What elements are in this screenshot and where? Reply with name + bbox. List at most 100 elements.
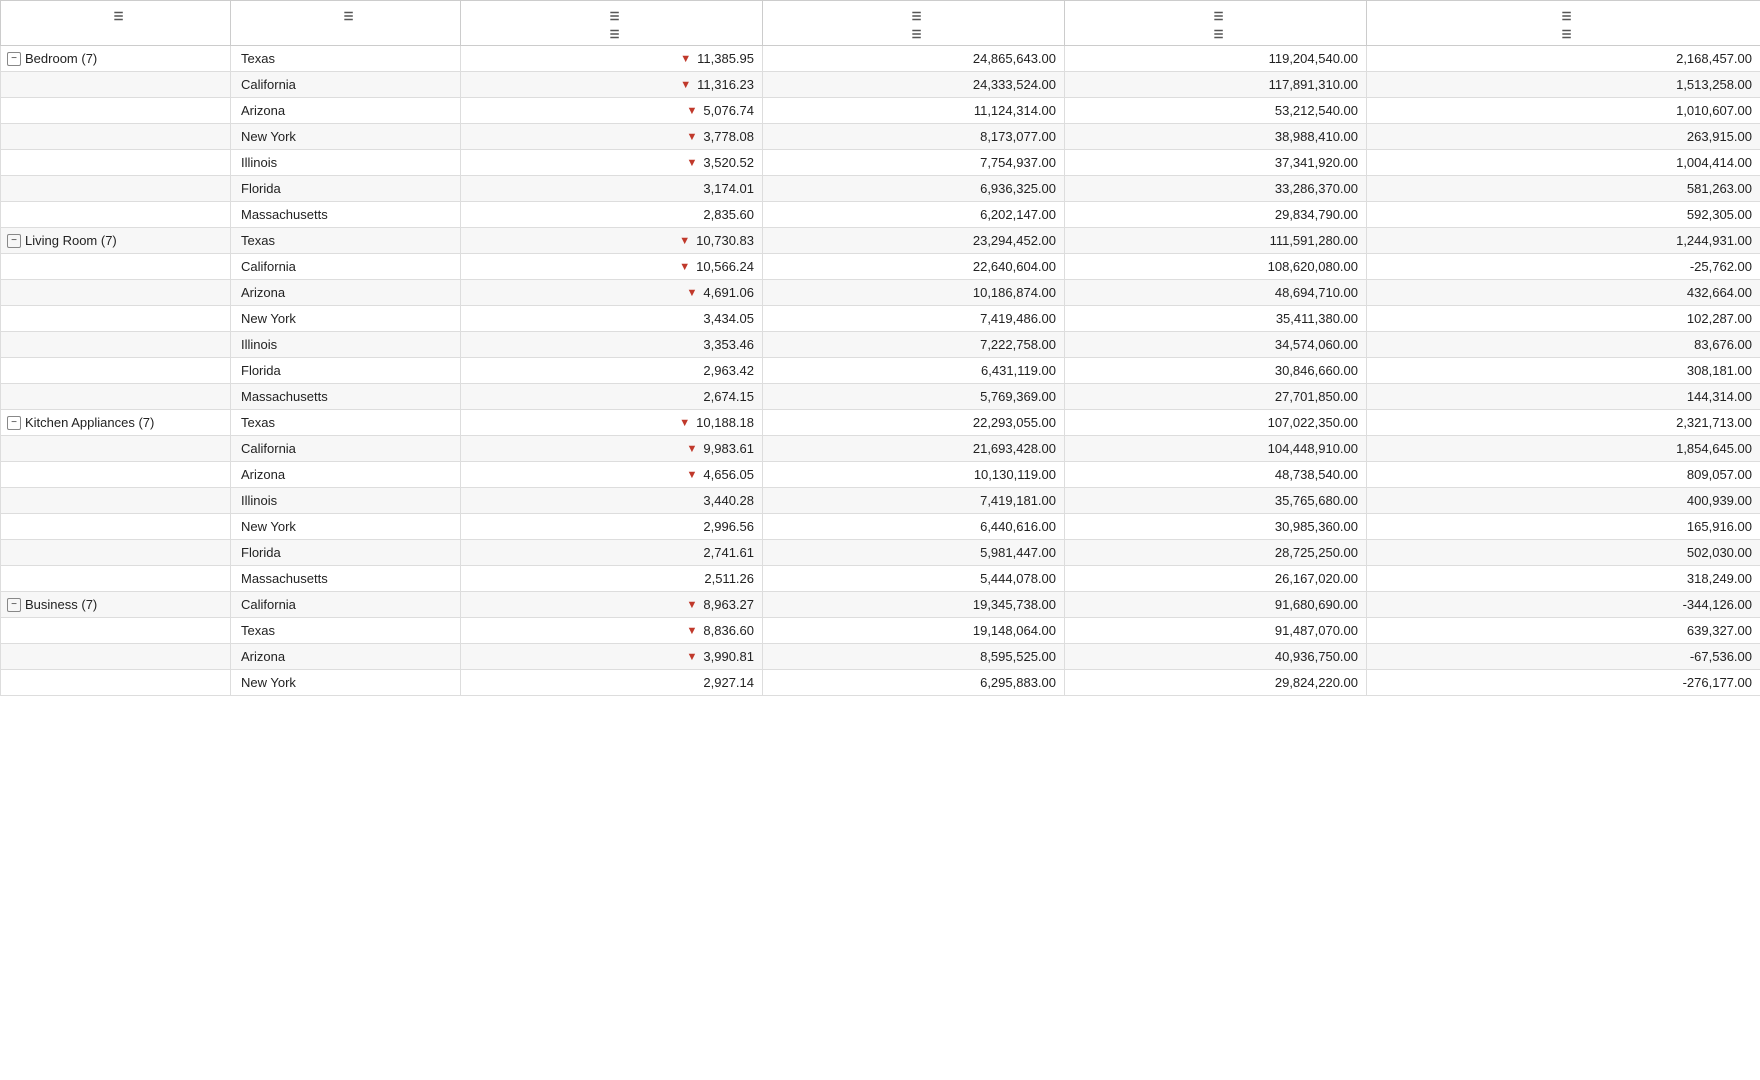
table-row: Arizona▼5,076.7411,124,314.0053,212,540.… xyxy=(1,98,1760,124)
cost-value: 10,188.18 xyxy=(696,415,754,430)
header-cost-sub: ☰ xyxy=(461,25,763,46)
discount-cell: 10,130,119.00 xyxy=(763,462,1065,488)
profit-cell: 581,263.00 xyxy=(1367,176,1760,202)
profit-cell: 2,321,713.00 xyxy=(1367,410,1760,436)
category-cell xyxy=(1,540,231,566)
header-state[interactable]: ☰ xyxy=(231,1,461,26)
cost-sub-menu-icon[interactable]: ☰ xyxy=(610,28,620,41)
discount-cell: 8,595,525.00 xyxy=(763,644,1065,670)
forecast-cell: 26,167,020.00 xyxy=(1065,566,1367,592)
table-row: Arizona▼3,990.818,595,525.0040,936,750.0… xyxy=(1,644,1760,670)
discount-sub-menu-icon[interactable]: ☰ xyxy=(912,28,922,41)
collapse-icon[interactable]: − xyxy=(7,598,21,612)
category-name: Kitchen Appliances (7) xyxy=(25,415,154,430)
down-arrow-icon: ▼ xyxy=(687,443,698,455)
down-arrow-icon: ▼ xyxy=(687,469,698,481)
forecast-cell: 107,022,350.00 xyxy=(1065,410,1367,436)
discount-cell: 19,345,738.00 xyxy=(763,592,1065,618)
table-row: New York3,434.057,419,486.0035,411,380.0… xyxy=(1,306,1760,332)
cost-value: 3,990.81 xyxy=(703,649,754,664)
state-cell: Illinois xyxy=(231,150,461,176)
header-forecast[interactable]: ☰ xyxy=(1065,1,1367,26)
table-row: Arizona▼4,691.0610,186,874.0048,694,710.… xyxy=(1,280,1760,306)
table-row: −Business (7)California▼8,963.2719,345,7… xyxy=(1,592,1760,618)
discount-cell: 8,173,077.00 xyxy=(763,124,1065,150)
forecast-cell: 37,341,920.00 xyxy=(1065,150,1367,176)
state-menu-icon[interactable]: ☰ xyxy=(344,10,354,23)
table-row: Massachusetts2,511.265,444,078.0026,167,… xyxy=(1,566,1760,592)
category-cell xyxy=(1,98,231,124)
category-cell xyxy=(1,306,231,332)
cost-value: 11,385.95 xyxy=(697,51,754,66)
category-cell xyxy=(1,72,231,98)
state-cell: California xyxy=(231,436,461,462)
category-cell xyxy=(1,280,231,306)
cost-cell: ▼ 8,963.27 xyxy=(461,592,763,618)
category-cell xyxy=(1,566,231,592)
category-cell xyxy=(1,670,231,696)
cost-cell: ▼3,520.52 xyxy=(461,150,763,176)
discount-cell: 7,222,758.00 xyxy=(763,332,1065,358)
discount-menu-icon[interactable]: ☰ xyxy=(912,10,922,23)
cost-cell: 2,927.14 xyxy=(461,670,763,696)
table-row: Illinois3,353.467,222,758.0034,574,060.0… xyxy=(1,332,1760,358)
cost-cell: ▼10,188.18 xyxy=(461,410,763,436)
profit-sub-menu-icon[interactable]: ☰ xyxy=(1562,28,1572,41)
profit-menu-icon[interactable]: ☰ xyxy=(1562,10,1572,23)
state-cell: Arizona xyxy=(231,280,461,306)
state-cell: New York xyxy=(231,514,461,540)
forecast-cell: 119,204,540.00 xyxy=(1065,46,1367,72)
state-cell: Arizona xyxy=(231,644,461,670)
cost-cell: 3,174.01 xyxy=(461,176,763,202)
category-cell xyxy=(1,644,231,670)
collapse-icon[interactable]: − xyxy=(7,234,21,248)
forecast-cell: 34,574,060.00 xyxy=(1065,332,1367,358)
state-cell: Illinois xyxy=(231,488,461,514)
profit-cell: 1,004,414.00 xyxy=(1367,150,1760,176)
cost-value: 10,730.83 xyxy=(696,233,754,248)
category-cell xyxy=(1,514,231,540)
table-row: Massachusetts2,835.606,202,147.0029,834,… xyxy=(1,202,1760,228)
header-category[interactable]: ☰ xyxy=(1,1,231,26)
discount-cell: 6,295,883.00 xyxy=(763,670,1065,696)
discount-cell: 24,865,643.00 xyxy=(763,46,1065,72)
discount-cell: 7,419,181.00 xyxy=(763,488,1065,514)
category-menu-icon[interactable]: ☰ xyxy=(114,10,124,23)
cost-cell: 3,353.46 xyxy=(461,332,763,358)
discount-cell: 11,124,314.00 xyxy=(763,98,1065,124)
down-arrow-icon: ▼ xyxy=(680,53,691,65)
header-discount[interactable]: ☰ xyxy=(763,1,1065,26)
header-row-1: ☰ ☰ ☰ ☰ ☰ xyxy=(1,1,1760,26)
header-row-2: ☰ ☰ ☰ ☰ xyxy=(1,25,1760,46)
forecast-cell: 35,765,680.00 xyxy=(1065,488,1367,514)
category-cell xyxy=(1,176,231,202)
profit-cell: -344,126.00 xyxy=(1367,592,1760,618)
forecast-menu-icon[interactable]: ☰ xyxy=(1214,10,1224,23)
cost-cell: ▼9,983.61 xyxy=(461,436,763,462)
down-arrow-icon: ▼ xyxy=(687,287,698,299)
cost-value: 8,963.27 xyxy=(703,597,754,612)
header-cost[interactable]: ☰ xyxy=(461,1,763,26)
table-row: California▼11,316.2324,333,524.00117,891… xyxy=(1,72,1760,98)
forecast-sub-menu-icon[interactable]: ☰ xyxy=(1214,28,1224,41)
forecast-cell: 33,286,370.00 xyxy=(1065,176,1367,202)
state-cell: Florida xyxy=(231,358,461,384)
collapse-icon[interactable]: − xyxy=(7,416,21,430)
down-arrow-icon: ▼ xyxy=(687,599,698,611)
cost-cell: ▼10,566.24 xyxy=(461,254,763,280)
category-cell xyxy=(1,384,231,410)
forecast-cell: 29,834,790.00 xyxy=(1065,202,1367,228)
category-name: Bedroom (7) xyxy=(25,51,97,66)
profit-cell: 432,664.00 xyxy=(1367,280,1760,306)
discount-cell: 7,754,937.00 xyxy=(763,150,1065,176)
state-cell: Arizona xyxy=(231,98,461,124)
forecast-cell: 30,846,660.00 xyxy=(1065,358,1367,384)
header-profit[interactable]: ☰ xyxy=(1367,1,1760,26)
cost-menu-icon[interactable]: ☰ xyxy=(610,10,620,23)
discount-cell: 24,333,524.00 xyxy=(763,72,1065,98)
cost-cell: ▼4,691.06 xyxy=(461,280,763,306)
data-table: ☰ ☰ ☰ ☰ ☰ xyxy=(0,0,1760,696)
category-cell xyxy=(1,254,231,280)
forecast-cell: 35,411,380.00 xyxy=(1065,306,1367,332)
collapse-icon[interactable]: − xyxy=(7,52,21,66)
